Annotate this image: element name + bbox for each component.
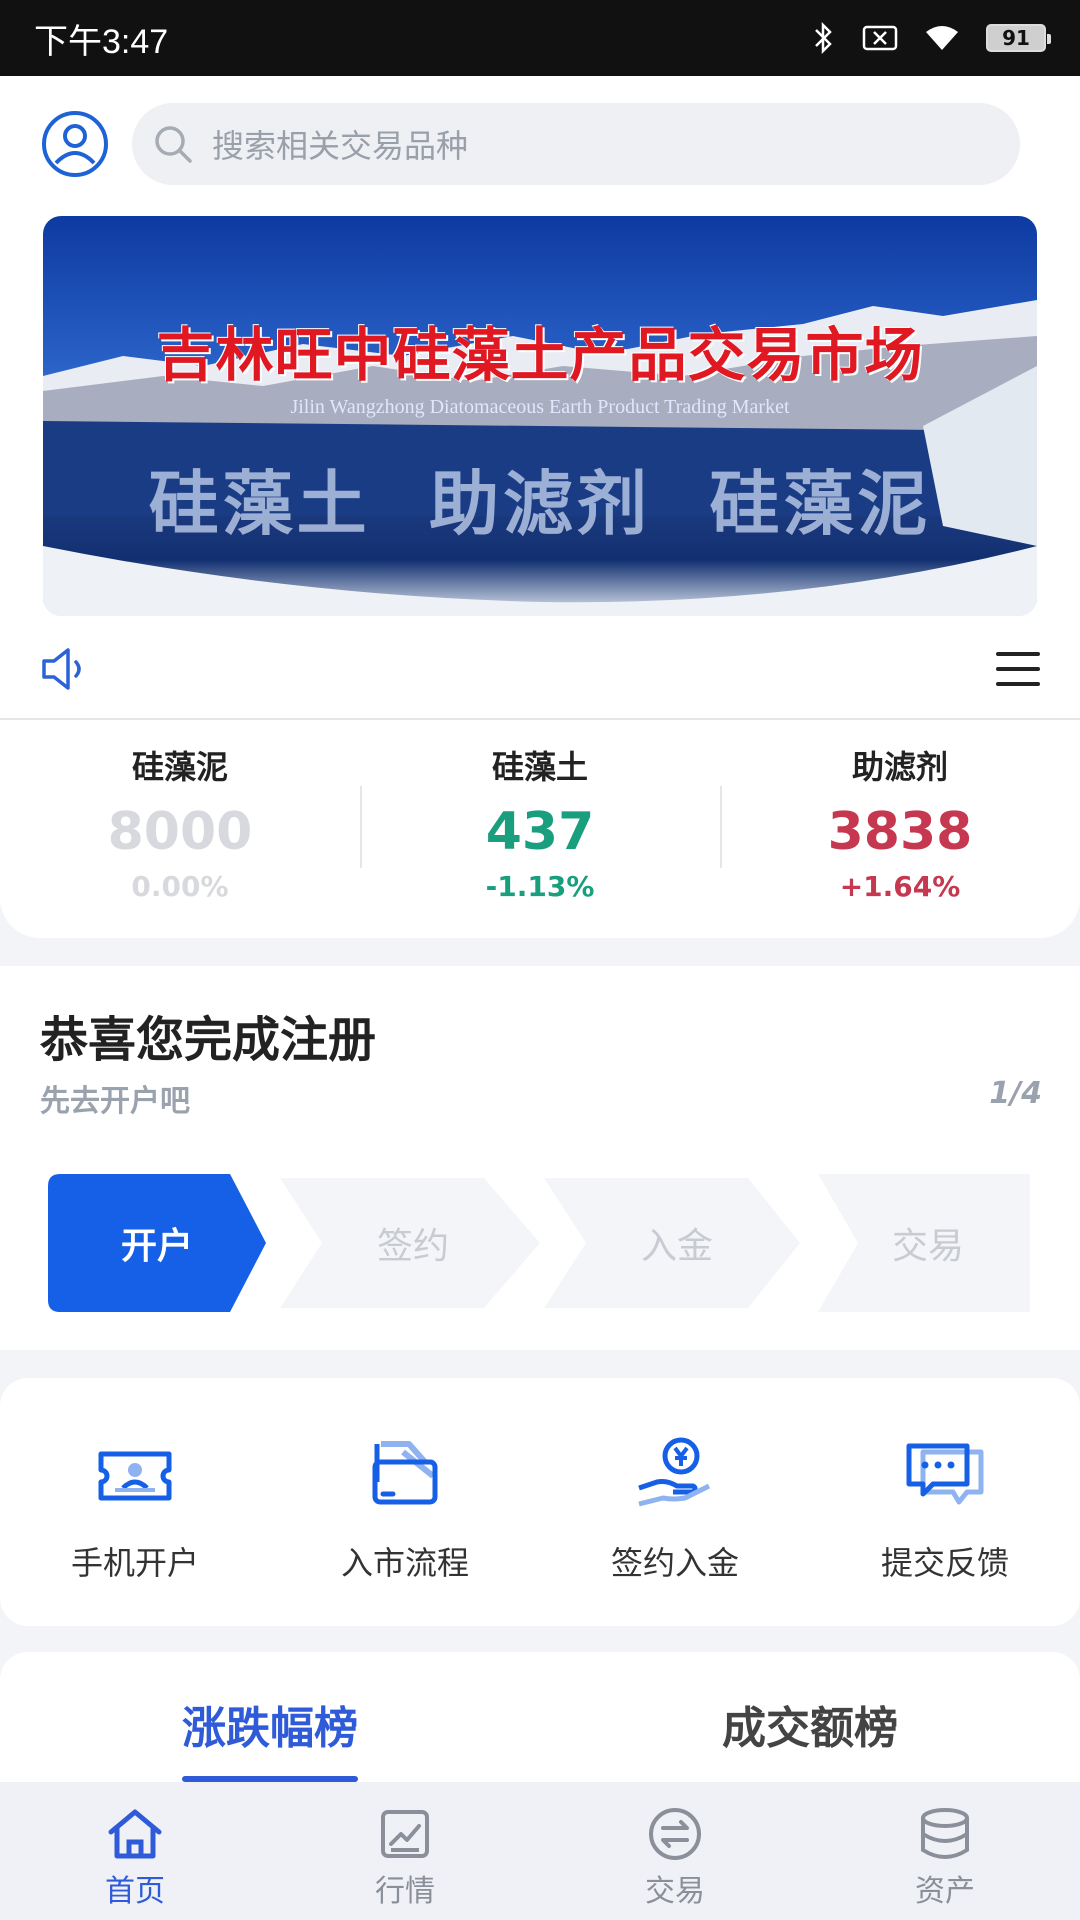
ranking-tabs: 涨跌幅榜 成交额榜	[0, 1652, 1080, 1782]
price-ticker: 硅藻泥 8000 0.00% 硅藻土 437 -1.13% 助滤剂 3838 +…	[0, 720, 1080, 938]
ticker-name: 硅藻土	[491, 748, 588, 786]
registration-card: 恭喜您完成注册 先去开户吧 1/4 开户 签约 入金 交易	[0, 966, 1080, 1350]
banner-section: 吉林旺中硅藻土产品交易市场 Jilin Wangzhong Diatomaceo…	[0, 212, 1080, 620]
ticker-change: +1.64%	[839, 870, 961, 903]
status-time: 下午3:47	[34, 22, 169, 61]
quick-actions: 手机开户 入市流程 签约入金 提交反馈	[0, 1378, 1080, 1626]
tab-volume-ranking[interactable]: 成交额榜	[722, 1692, 898, 1756]
ticker-item[interactable]: 硅藻土 437 -1.13%	[360, 720, 720, 938]
registration-page-indicator: 1/4	[989, 1076, 1042, 1111]
ticker-name: 硅藻泥	[131, 748, 228, 786]
tab-assets[interactable]: 资产	[810, 1782, 1080, 1920]
flow-cards-icon	[372, 1441, 438, 1505]
quick-action-label: 签约入金	[610, 1544, 739, 1582]
chat-bubbles-icon	[906, 1443, 984, 1505]
yen-hand-icon	[638, 1437, 711, 1507]
onboarding-steps: 开户 签约 入金 交易	[48, 1174, 1038, 1312]
status-icons: 91	[812, 20, 1051, 56]
banner-subtitle: Jilin Wangzhong Diatomaceous Earth Produ…	[290, 396, 790, 418]
wifi-icon	[926, 26, 958, 50]
user-avatar-icon[interactable]	[40, 109, 110, 179]
search-input[interactable]: 搜索相关交易品种	[132, 103, 1020, 185]
tab-label: 首页	[105, 1874, 165, 1909]
tab-home[interactable]: 首页	[0, 1782, 270, 1920]
tab-label: 交易	[645, 1874, 705, 1909]
speaker-icon[interactable]	[40, 644, 94, 694]
search-placeholder: 搜索相关交易品种	[212, 127, 469, 165]
ticker-name: 助滤剂	[851, 748, 948, 786]
ticker-price: 3838	[827, 802, 973, 862]
search-icon	[155, 126, 192, 163]
step-trade[interactable]: 交易	[818, 1174, 1038, 1312]
quick-action-label: 提交反馈	[880, 1544, 1009, 1582]
notice-row	[0, 620, 1080, 720]
ticker-price: 437	[485, 802, 595, 862]
bottom-tab-bar: 首页 行情 交易 资产	[0, 1782, 1080, 1920]
tab-label: 资产	[915, 1874, 975, 1909]
registration-subtitle: 先去开户吧	[40, 1084, 190, 1119]
banner-title: 吉林旺中硅藻土产品交易市场	[156, 321, 924, 389]
banner[interactable]: 吉林旺中硅藻土产品交易市场 Jilin Wangzhong Diatomaceo…	[43, 216, 1037, 616]
quick-action-sign-deposit[interactable]: 签约入金	[540, 1378, 810, 1626]
battery-icon: 91	[986, 24, 1051, 52]
no-sim-icon	[862, 25, 898, 51]
ticker-item[interactable]: 助滤剂 3838 +1.64%	[720, 720, 1080, 938]
tab-change-ranking[interactable]: 涨跌幅榜	[182, 1692, 358, 1756]
ticker-change: -1.13%	[485, 870, 595, 903]
exchange-icon	[649, 1808, 701, 1860]
tab-label: 行情	[375, 1874, 435, 1909]
menu-icon[interactable]	[996, 649, 1040, 689]
database-icon	[921, 1808, 969, 1859]
ticker-change: 0.00%	[131, 870, 229, 903]
header: 搜索相关交易品种	[0, 76, 1080, 212]
id-card-icon	[98, 1451, 172, 1501]
quick-action-mobile-account[interactable]: 手机开户	[0, 1378, 270, 1626]
battery-level: 91	[1002, 26, 1030, 50]
status-bar: 下午3:47 91	[0, 0, 1080, 76]
chart-icon	[381, 1810, 429, 1858]
ticker-price: 8000	[107, 802, 253, 862]
step-sign[interactable]: 签约	[298, 1174, 528, 1312]
tab-market[interactable]: 行情	[270, 1782, 540, 1920]
ticker-item[interactable]: 硅藻泥 8000 0.00%	[0, 720, 360, 938]
home-icon	[108, 1809, 162, 1859]
quick-action-feedback[interactable]: 提交反馈	[810, 1378, 1080, 1626]
bluetooth-icon	[815, 21, 832, 55]
banner-keywords: 硅藻土 助滤剂 硅藻泥	[148, 463, 932, 545]
tab-trade[interactable]: 交易	[540, 1782, 810, 1920]
step-open-account[interactable]: 开户	[48, 1174, 266, 1312]
registration-title: 恭喜您完成注册	[40, 1012, 377, 1068]
quick-action-label: 入市流程	[340, 1544, 469, 1582]
quick-action-label: 手机开户	[70, 1544, 199, 1582]
quick-action-market-process[interactable]: 入市流程	[270, 1378, 540, 1626]
step-deposit[interactable]: 入金	[562, 1174, 792, 1312]
